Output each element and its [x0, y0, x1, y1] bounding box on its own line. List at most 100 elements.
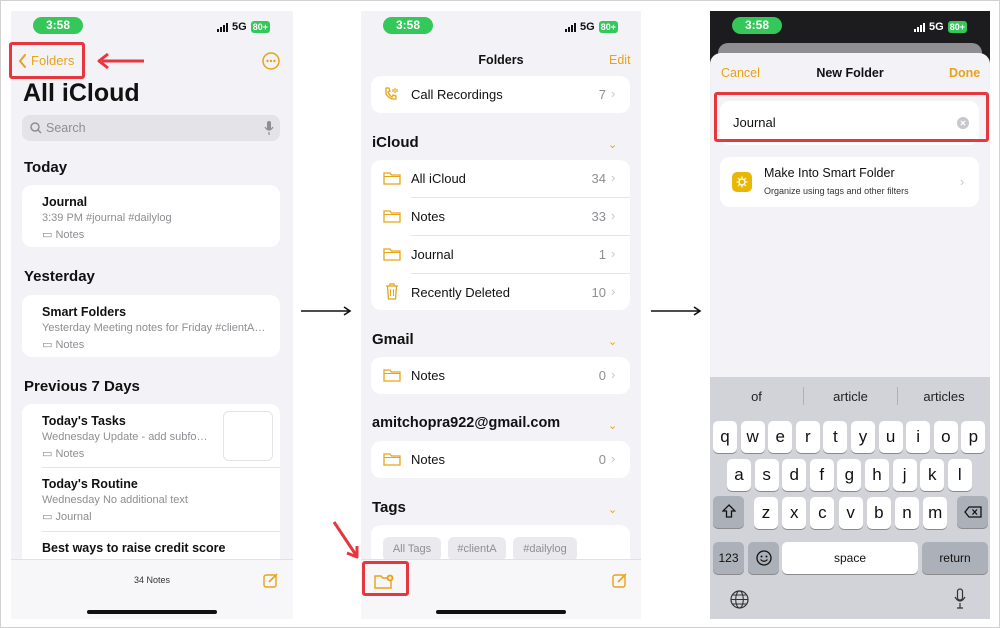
signal-icon — [914, 22, 925, 32]
nav-title: Folders — [478, 53, 524, 67]
key-w[interactable]: w — [740, 421, 765, 453]
smart-folder-option[interactable]: Make Into Smart Folder Organize using ta… — [720, 157, 979, 207]
emoji-key[interactable] — [748, 542, 779, 574]
key-v[interactable]: v — [838, 497, 863, 529]
key-y[interactable]: y — [851, 421, 875, 453]
key-c[interactable]: c — [810, 497, 835, 529]
key-f[interactable]: f — [809, 459, 834, 491]
key-g[interactable]: g — [837, 459, 862, 491]
more-options-icon[interactable] — [262, 52, 280, 75]
highlight-folder-name-field — [714, 92, 989, 142]
highlight-new-folder-button — [362, 561, 409, 596]
note-journal[interactable]: Journal 3:39 PM #journal #dailylog ▭ Not… — [22, 185, 280, 247]
chevron-down-icon[interactable]: ⌄ — [608, 419, 617, 432]
compose-icon[interactable] — [612, 572, 628, 588]
done-button[interactable]: Done — [949, 66, 980, 80]
key-z[interactable]: z — [754, 497, 778, 529]
suggestion-2[interactable]: article — [804, 389, 897, 404]
globe-icon[interactable] — [730, 590, 749, 609]
suggestion-3[interactable]: articles — [898, 389, 990, 404]
key-q[interactable]: q — [713, 421, 737, 453]
key-p[interactable]: p — [961, 421, 986, 453]
folder-count: 7 — [598, 87, 606, 102]
folder-journal[interactable]: Journal 1 › — [371, 236, 630, 273]
chevron-right-icon: › — [611, 451, 616, 466]
note-meta: 3:39 PM #journal #dailylog — [42, 212, 172, 224]
flow-arrow-icon — [301, 306, 352, 316]
tag-clienta[interactable]: #clientA — [448, 537, 506, 561]
key-s[interactable]: s — [754, 459, 779, 491]
note-folder: ▭ Notes — [42, 447, 84, 460]
key-l[interactable]: l — [947, 459, 972, 491]
folder-icon — [383, 172, 401, 185]
numbers-key[interactable]: 123 — [713, 542, 744, 574]
folder-label: Notes — [411, 368, 445, 383]
chevron-right-icon: › — [611, 284, 616, 299]
suggestion-1[interactable]: of — [710, 389, 803, 404]
key-r[interactable]: r — [795, 421, 820, 453]
delete-key[interactable] — [957, 496, 988, 528]
folder-account-notes[interactable]: Notes 0 › — [371, 441, 630, 478]
folder-icon — [383, 210, 401, 223]
key-x[interactable]: x — [782, 497, 807, 529]
chevron-right-icon: › — [611, 208, 616, 223]
compose-icon[interactable] — [263, 572, 279, 588]
folder-icon: ▭ — [42, 448, 53, 460]
arrow-down-right-icon — [332, 521, 359, 559]
chevron-down-icon[interactable]: ⌄ — [608, 503, 617, 516]
search-icon — [30, 122, 42, 134]
notes-list-previous: Today's Tasks Wednesday Update - add sub… — [22, 404, 280, 579]
note-smart-folders[interactable]: Smart Folders Yesterday Meeting notes fo… — [22, 295, 280, 357]
key-m[interactable]: m — [923, 497, 948, 529]
folder-label: Notes — [411, 209, 445, 224]
note-todays-routine[interactable]: Today's Routine Wednesday No additional … — [22, 468, 280, 531]
smart-folder-title: Make Into Smart Folder — [764, 166, 895, 180]
folder-count: 0 — [598, 452, 606, 467]
search-input[interactable]: Search — [22, 115, 280, 141]
all-icloud-screen: 3:58 5G 80+ Folders All iCloud Search To… — [11, 11, 293, 619]
status-time: 3:58 — [33, 17, 83, 34]
note-meta: Yesterday Meeting notes for Friday #clie… — [42, 322, 266, 334]
keyboard: of article articles qwertyuiop asdfghjkl… — [710, 377, 990, 619]
folder-notes[interactable]: Notes 33 › — [371, 198, 630, 235]
network-label: 5G — [580, 21, 595, 33]
key-h[interactable]: h — [865, 459, 889, 491]
folder-recently-deleted[interactable]: Recently Deleted 10 › — [371, 274, 630, 310]
folder-icon: ▭ — [42, 511, 53, 523]
smart-folder-subtitle: Organize using tags and other filters — [764, 186, 909, 196]
key-a[interactable]: a — [727, 459, 751, 491]
smart-folder-icon — [732, 172, 752, 192]
microphone-icon[interactable] — [264, 121, 274, 135]
chevron-down-icon[interactable]: ⌄ — [608, 138, 617, 151]
shift-key[interactable] — [713, 496, 744, 528]
key-j[interactable]: j — [892, 459, 917, 491]
tag-dailylog[interactable]: #dailylog — [513, 537, 577, 561]
return-key[interactable]: return — [922, 542, 988, 574]
folder-label: Call Recordings — [411, 87, 503, 102]
tag-all-tags[interactable]: All Tags — [383, 537, 441, 561]
folder-icon — [383, 369, 401, 382]
folder-all-icloud[interactable]: All iCloud 34 › — [371, 160, 630, 197]
section-yesterday: Yesterday — [24, 268, 95, 285]
key-u[interactable]: u — [878, 421, 903, 453]
chevron-down-icon[interactable]: ⌄ — [608, 335, 617, 348]
edit-button[interactable]: Edit — [609, 53, 631, 67]
key-e[interactable]: e — [768, 421, 793, 453]
key-i[interactable]: i — [906, 421, 931, 453]
key-b[interactable]: b — [866, 497, 891, 529]
key-t[interactable]: t — [823, 421, 848, 453]
folder-label: All iCloud — [411, 171, 466, 186]
search-placeholder: Search — [46, 121, 86, 135]
space-key[interactable]: space — [782, 542, 918, 574]
folder-call-recordings[interactable]: Call Recordings 7 › — [371, 76, 630, 113]
key-k[interactable]: k — [920, 459, 945, 491]
key-n[interactable]: n — [895, 497, 919, 529]
key-o[interactable]: o — [933, 421, 958, 453]
dictation-microphone-icon[interactable] — [954, 588, 966, 609]
note-todays-tasks[interactable]: Today's Tasks Wednesday Update - add sub… — [22, 404, 280, 467]
key-d[interactable]: d — [782, 459, 807, 491]
chevron-right-icon: › — [960, 174, 965, 189]
folder-label: Journal — [411, 247, 454, 262]
folder-gmail-notes[interactable]: Notes 0 › — [371, 357, 630, 394]
note-thumbnail — [223, 411, 273, 461]
